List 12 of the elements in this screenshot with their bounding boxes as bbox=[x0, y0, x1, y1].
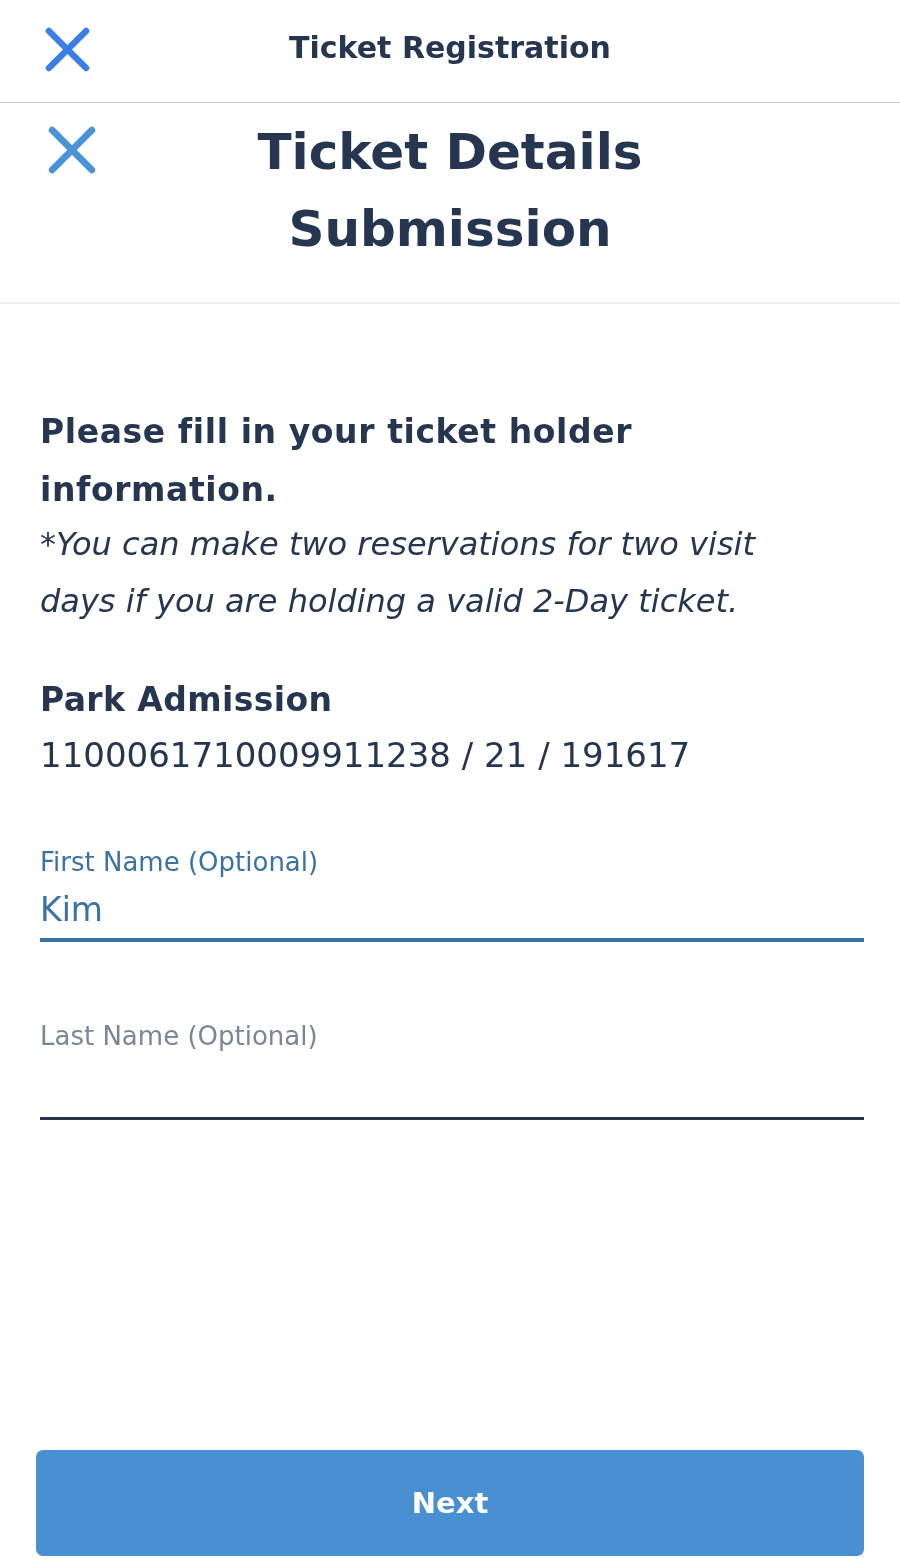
next-button[interactable]: Next bbox=[36, 1450, 864, 1556]
section-label: Park Admission bbox=[40, 679, 333, 721]
page-title: Ticket Details Submission bbox=[256, 122, 644, 260]
ticket-number: 1100061710009911238 / 21 / 191617 bbox=[40, 734, 691, 777]
input-field[interactable]: Kim bbox=[40, 880, 864, 942]
field-label: First Name (Optional) bbox=[40, 846, 319, 879]
close-icon[interactable] bbox=[48, 126, 96, 174]
reservation-note: *You can make two reservations for two visit days if you are holding a valid 2-Day ticket. bbox=[40, 524, 757, 622]
field-label: Last Name (Optional) bbox=[40, 1020, 318, 1053]
close-icon[interactable] bbox=[45, 26, 90, 72]
app-title: Ticket Registration bbox=[288, 29, 612, 67]
instruction-heading: Please fill in your ticket holder information. bbox=[40, 411, 634, 511]
